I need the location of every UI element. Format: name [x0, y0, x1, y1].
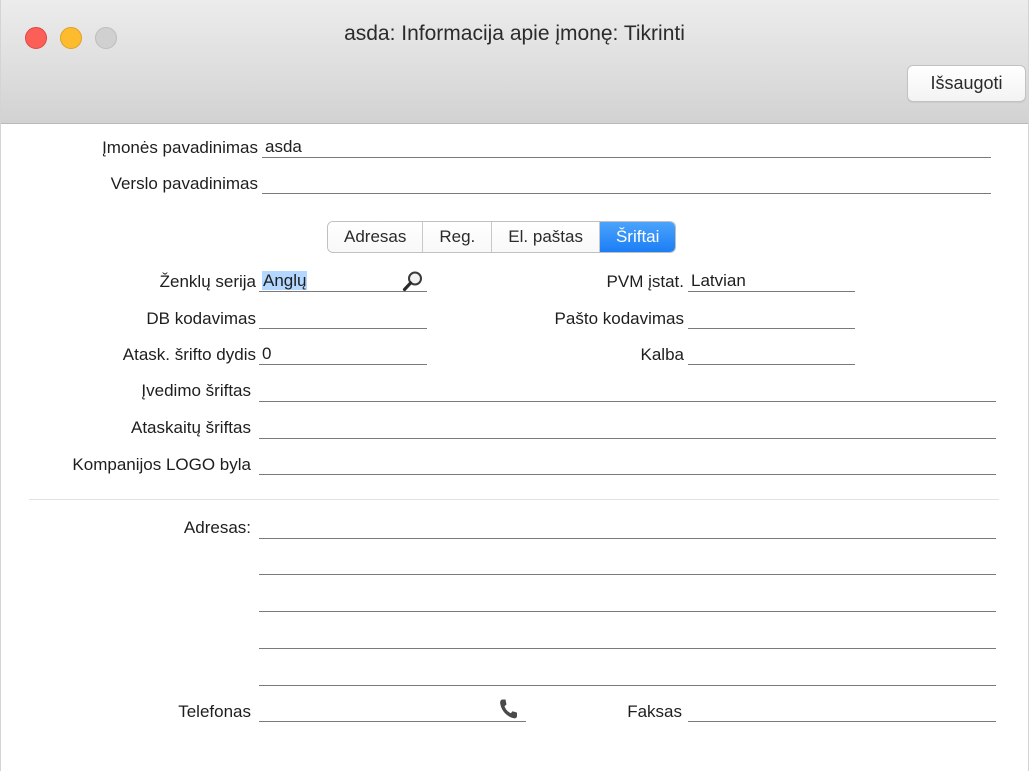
section-tabs: Adresas Reg. El. paštas Šriftai — [327, 221, 677, 253]
save-button[interactable]: Išsaugoti — [907, 65, 1026, 102]
mail-encoding-label: Pašto kodavimas — [554, 309, 684, 328]
entry-font-input[interactable] — [259, 380, 996, 402]
address-label: Adresas: — [183, 518, 251, 537]
address-line-2-input[interactable] — [259, 553, 996, 575]
tab-el-pastas[interactable]: El. paštas — [492, 222, 600, 252]
report-font-label: Ataskaitų šriftas — [131, 418, 251, 437]
tab-sriftai[interactable]: Šriftai — [599, 222, 676, 252]
company-info-window: asda: Informacija apie įmonę: Tikrinti I… — [0, 0, 1029, 771]
mail-encoding-input[interactable] — [688, 307, 855, 329]
address-line-3-input[interactable] — [259, 590, 996, 612]
company-name-input[interactable]: asda — [262, 136, 991, 158]
report-font-size-label: Atask. šrifto dydis — [122, 345, 256, 364]
business-name-label: Verslo pavadinimas — [110, 174, 258, 193]
report-font-input[interactable] — [259, 417, 996, 439]
title-bar: asda: Informacija apie įmonę: Tikrinti I… — [1, 0, 1028, 124]
vat-label: PVM įstat. — [606, 272, 684, 291]
vat-input[interactable]: Latvian — [688, 270, 855, 292]
fax-input[interactable] — [688, 700, 996, 722]
charset-label: Ženklų serija — [159, 272, 256, 291]
search-icon[interactable] — [402, 270, 424, 292]
language-label: Kalba — [640, 345, 684, 364]
db-encoding-input[interactable] — [259, 307, 427, 329]
section-divider — [29, 499, 999, 500]
company-name-label: Įmonės pavadinimas — [102, 138, 258, 157]
tab-reg[interactable]: Reg. — [423, 222, 493, 252]
language-input[interactable] — [688, 343, 855, 365]
phone-label: Telefonas — [178, 702, 251, 721]
entry-font-label: Įvedimo šriftas — [141, 381, 251, 400]
phone-icon[interactable] — [498, 698, 518, 720]
tab-adresas[interactable]: Adresas — [328, 222, 424, 252]
db-encoding-label: DB kodavimas — [146, 309, 256, 328]
logo-file-input[interactable] — [259, 453, 996, 475]
charset-value: Anglų — [262, 271, 308, 290]
logo-file-label: Kompanijos LOGO byla — [72, 455, 251, 474]
phone-input[interactable] — [259, 700, 526, 722]
report-font-size-input[interactable]: 0 — [259, 343, 427, 365]
business-name-input[interactable] — [262, 172, 991, 194]
window-title: asda: Informacija apie įmonę: Tikrinti — [344, 22, 685, 45]
address-line-4-input[interactable] — [259, 627, 996, 649]
fax-label: Faksas — [627, 702, 682, 721]
address-line-5-input[interactable] — [259, 664, 996, 686]
address-line-1-input[interactable] — [259, 517, 996, 539]
